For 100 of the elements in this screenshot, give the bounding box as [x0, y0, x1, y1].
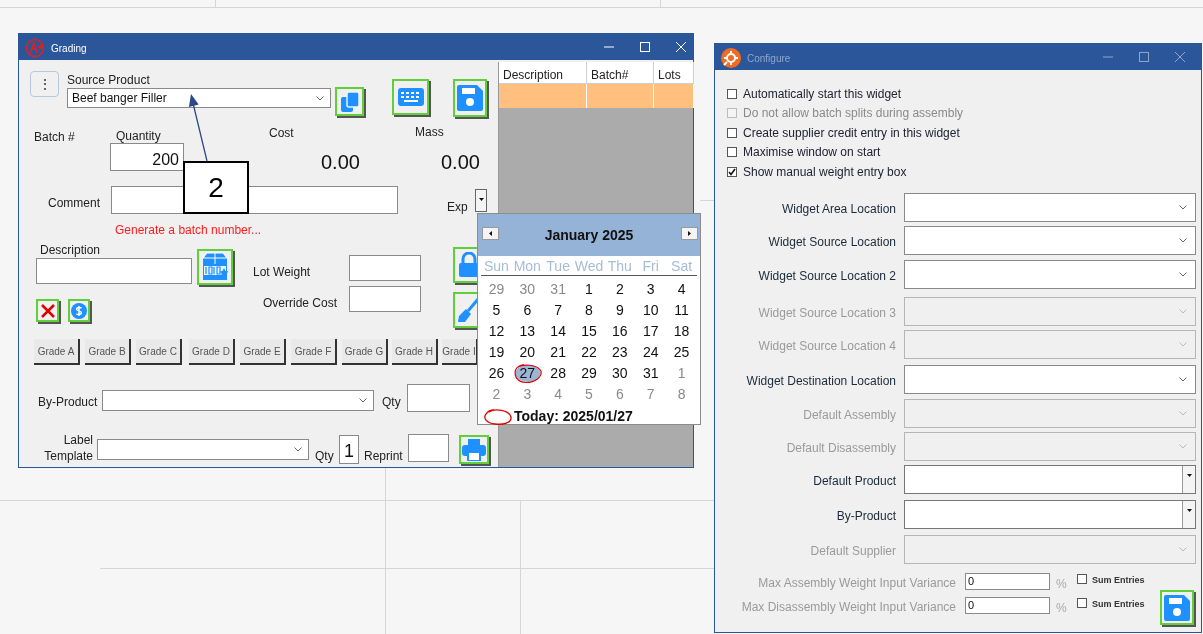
cost-button[interactable]	[68, 299, 90, 322]
calendar-day[interactable]: 16	[607, 321, 633, 342]
calendar-day[interactable]: 10	[637, 300, 664, 321]
calendar-day[interactable]: 9	[610, 300, 629, 321]
qty-field[interactable]	[407, 384, 470, 412]
calendar-day[interactable]: 18	[668, 321, 695, 342]
reprint-field[interactable]	[408, 434, 449, 462]
combo-box[interactable]	[904, 365, 1196, 394]
calendar-day[interactable]: 3	[641, 279, 660, 300]
field-label: Widget Source Location 2	[757, 268, 896, 285]
calendar-day[interactable]: 21	[545, 342, 571, 363]
grade-button[interactable]: Grade B	[85, 339, 131, 365]
print-button[interactable]	[459, 435, 489, 464]
variance-field[interactable]: 0	[965, 573, 1050, 590]
calendar-day[interactable]: 2	[487, 384, 506, 405]
calendar-day[interactable]: 6	[518, 300, 537, 321]
calendar-day[interactable]: 6	[610, 384, 629, 405]
calendar-day[interactable]: 29	[576, 363, 602, 384]
combo-box[interactable]: Beef banger Filler	[67, 88, 331, 108]
grade-button[interactable]: Grade I	[442, 339, 478, 365]
calendar-day[interactable]: 1	[580, 279, 598, 300]
grade-button[interactable]: Grade A	[34, 339, 80, 365]
dropdown-field[interactable]	[904, 465, 1196, 494]
grade-button[interactable]: Grade G	[342, 339, 388, 365]
annotation-overlay: 2	[183, 161, 249, 214]
combo-box[interactable]	[102, 390, 374, 411]
checkbox[interactable]	[727, 127, 737, 138]
calendar-day[interactable]: 30	[514, 279, 541, 300]
weekday-label: Mon	[512, 257, 542, 276]
calendar-day[interactable]: 23	[607, 342, 633, 363]
weekday-label: Fri	[641, 257, 660, 276]
override-cost-field[interactable]	[349, 286, 421, 312]
calendar-day[interactable]: 8	[672, 384, 691, 405]
calendar-day[interactable]: 7	[549, 300, 568, 321]
calendar-day[interactable]: 15	[576, 321, 602, 342]
mass-value: 0.00	[441, 150, 480, 175]
calendar-day[interactable]: 31	[637, 363, 664, 384]
combo-box[interactable]	[97, 439, 309, 460]
calendar-day[interactable]: 2	[610, 279, 629, 300]
copy-icon	[339, 90, 360, 113]
delete-button[interactable]	[36, 299, 59, 322]
field-label: Override Cost	[263, 295, 338, 312]
column-header[interactable]: Batch#	[587, 62, 654, 84]
field-label: Max Disassembly Weight Input Variance	[740, 599, 956, 616]
calendar-day[interactable]: 24	[637, 342, 664, 363]
column-header[interactable]: Lots	[654, 62, 694, 84]
calendar-day[interactable]: 8	[580, 300, 598, 321]
calendar-day[interactable]: 22	[576, 342, 602, 363]
dropdown-field[interactable]	[904, 500, 1196, 529]
combo-box[interactable]	[904, 260, 1196, 289]
combo-box[interactable]	[904, 193, 1196, 222]
calendar-day[interactable]: 5	[487, 300, 506, 321]
calendar-day[interactable]: 19	[483, 342, 510, 363]
today-link[interactable]: Today: 2025/01/27	[514, 406, 633, 427]
grade-button[interactable]: Grade E	[240, 339, 286, 365]
copy-button[interactable]	[335, 87, 364, 116]
chevron-down-icon	[1179, 342, 1187, 347]
column-header[interactable]: Description	[499, 62, 587, 84]
qty-field[interactable]: 1	[339, 435, 359, 464]
calendar-day[interactable]: 14	[545, 321, 571, 342]
field-label: Reprint	[364, 448, 403, 465]
chevron-down-icon	[1179, 377, 1187, 382]
checkbox[interactable]	[1077, 598, 1087, 608]
menu-button[interactable]: ⋮	[30, 71, 59, 97]
checkbox[interactable]	[727, 166, 737, 177]
combo-box[interactable]	[904, 226, 1196, 255]
calendar-day[interactable]: 25	[668, 342, 695, 363]
calendar-day[interactable]: 26	[483, 363, 510, 384]
grade-button[interactable]: Grade F	[291, 339, 337, 365]
keyboard-button[interactable]	[392, 79, 429, 115]
grade-button[interactable]: Grade C	[136, 339, 182, 365]
calendar-day[interactable]: 13	[514, 321, 541, 342]
calendar-day[interactable]: 29	[483, 279, 510, 300]
quantity-field[interactable]: 200	[110, 143, 184, 171]
calendar-day[interactable]: 12	[483, 321, 510, 342]
calendar-day[interactable]: 30	[607, 363, 633, 384]
grade-button[interactable]: Grade H	[392, 339, 438, 365]
checkbox[interactable]	[727, 88, 737, 99]
calendar-day[interactable]: 28	[545, 363, 571, 384]
checkbox[interactable]	[1077, 574, 1087, 584]
calendar-day[interactable]: 20	[514, 342, 541, 363]
previous-month-button[interactable]	[482, 227, 499, 240]
calendar-day[interactable]: 4	[549, 384, 568, 405]
calendar-day[interactable]: 4	[672, 279, 691, 300]
calendar-day[interactable]: 3	[518, 384, 537, 405]
description-field[interactable]	[36, 258, 192, 284]
field-label: Widget Destination Location	[745, 373, 896, 390]
calendar-day[interactable]: 17	[637, 321, 664, 342]
save-button[interactable]	[1160, 590, 1194, 625]
checkbox[interactable]	[727, 147, 737, 158]
calendar-day[interactable]: 11	[669, 300, 694, 321]
save-button[interactable]	[453, 79, 487, 117]
variance-field[interactable]: 0	[965, 597, 1050, 614]
barcode-box-button[interactable]	[197, 249, 233, 285]
next-month-button[interactable]	[681, 227, 698, 240]
field-label: Cost	[269, 125, 294, 142]
lot-weight-field[interactable]	[349, 255, 421, 281]
grade-button[interactable]: Grade D	[189, 339, 235, 365]
calendar-day[interactable]: 27	[514, 363, 541, 384]
dropdown-button[interactable]	[475, 189, 487, 212]
